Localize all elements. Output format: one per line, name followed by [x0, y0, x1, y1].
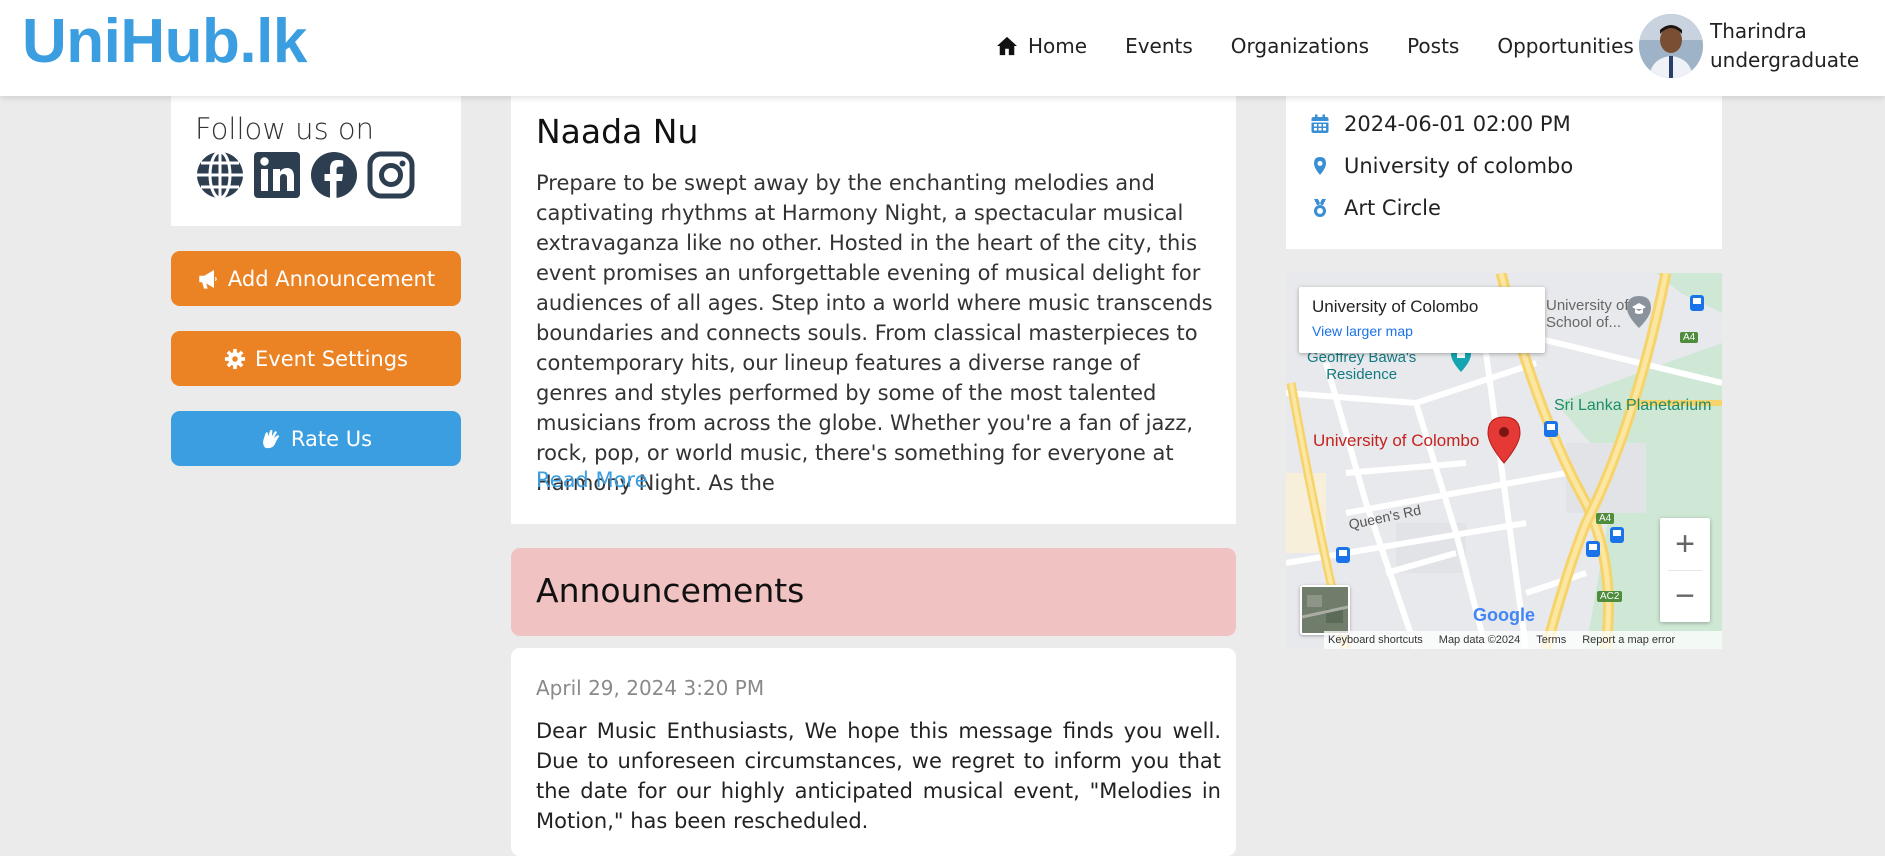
event-settings-label: Event Settings: [255, 346, 408, 371]
map-label-school: University of School of...: [1546, 297, 1629, 331]
google-logo: Google: [1473, 605, 1535, 626]
zoom-in-button[interactable]: +: [1660, 518, 1710, 570]
user-role: undergraduate: [1710, 48, 1860, 72]
map-label-bawa: Geoffrey Bawa's Residence: [1307, 349, 1416, 383]
event-description: Prepare to be swept away by the enchanti…: [536, 171, 1213, 495]
nav-events[interactable]: Events: [1125, 34, 1193, 58]
user-profile[interactable]: Tharindra undergraduate: [1639, 14, 1859, 78]
nav-organizations[interactable]: Organizations: [1231, 34, 1369, 58]
map-label-school-line2: School of...: [1546, 314, 1622, 331]
school-icon: [1626, 295, 1652, 334]
announcements-header: Announcements: [511, 548, 1236, 636]
bus-stop-icon: [1690, 295, 1704, 311]
gear-icon: [224, 348, 246, 369]
nav-opportunities-label: Opportunities: [1497, 34, 1634, 58]
main-nav: Home Events Organizations Posts Opportun…: [996, 34, 1634, 58]
view-larger-map-link[interactable]: View larger map: [1312, 323, 1413, 339]
satellite-toggle[interactable]: [1300, 585, 1350, 635]
google-logo-text: Google: [1473, 605, 1535, 625]
announcement-item: April 29, 2024 3:20 PM Dear Music Enthus…: [511, 648, 1236, 856]
event-organizer-row: Art Circle: [1310, 196, 1441, 220]
nav-home[interactable]: Home: [996, 34, 1087, 58]
map-label-a4-bottom: A4: [1596, 513, 1615, 524]
announcement-date: April 29, 2024 3:20 PM: [536, 676, 765, 700]
map-label-a4-top: A4: [1680, 332, 1699, 343]
map-label-ac2: AC2: [1597, 591, 1623, 602]
facebook-icon[interactable]: [309, 150, 359, 200]
bus-stop-icon: [1544, 421, 1558, 437]
terms-link[interactable]: Terms: [1528, 634, 1574, 646]
location-pin-icon: [1314, 157, 1326, 175]
top-navbar: UniHub.lk Home Events Organizations Post…: [0, 0, 1885, 96]
site-logo[interactable]: UniHub.lk: [22, 6, 307, 77]
event-organizer: Art Circle: [1344, 196, 1441, 220]
event-title: Naada Nu: [536, 112, 699, 151]
bus-stop-icon: [1586, 541, 1600, 557]
nav-home-label: Home: [1028, 34, 1088, 58]
event-location: University of colombo: [1344, 154, 1574, 178]
map-data-label: Map data ©2024: [1438, 634, 1521, 646]
map-zoom-controls: + −: [1660, 518, 1710, 622]
event-settings-button[interactable]: Event Settings: [171, 331, 461, 386]
announcements-title: Announcements: [536, 571, 805, 610]
calendar-icon: [1311, 114, 1329, 133]
event-datetime: 2024-06-01 02:00 PM: [1344, 112, 1571, 136]
event-location-row: University of colombo: [1310, 154, 1573, 178]
add-announcement-label: Add Announcement: [227, 266, 436, 291]
nav-posts[interactable]: Posts: [1407, 34, 1459, 58]
rate-us-label: Rate Us: [290, 426, 373, 451]
map-footer: Keyboard shortcuts Map data ©2024 Terms …: [1320, 631, 1722, 649]
announcement-body: Dear Music Enthusiasts, We hope this mes…: [536, 719, 1221, 833]
add-announcement-button[interactable]: Add Announcement: [171, 251, 461, 306]
event-details-card: Naada Nu Prepare to be swept away by the…: [511, 96, 1236, 524]
google-map[interactable]: Geoffrey Bawa's Residence University of …: [1286, 273, 1722, 649]
user-info: Tharindra undergraduate: [1710, 17, 1859, 75]
rate-us-button[interactable]: Rate Us: [171, 411, 461, 466]
social-links: [195, 150, 423, 200]
nav-posts-label: Posts: [1407, 34, 1460, 58]
nav-organizations-label: Organizations: [1230, 34, 1370, 58]
medal-icon: [1314, 199, 1326, 217]
map-pin-icon[interactable]: [1487, 416, 1521, 469]
globe-icon[interactable]: [195, 150, 245, 200]
bus-stop-icon: [1336, 547, 1350, 563]
map-label-school-line1: University of: [1546, 297, 1629, 314]
map-label-bawa-line2: Residence: [1326, 366, 1398, 383]
keyboard-shortcuts-link[interactable]: Keyboard shortcuts: [1320, 634, 1431, 646]
nav-events-label: Events: [1125, 34, 1193, 58]
follow-card: Follow us on: [171, 96, 461, 226]
follow-title: Follow us on: [195, 112, 375, 146]
user-name: Tharindra: [1710, 19, 1807, 43]
map-label-university: University of Colombo: [1313, 431, 1480, 450]
nav-opportunities[interactable]: Opportunities: [1497, 34, 1633, 58]
zoom-out-button[interactable]: −: [1660, 570, 1710, 622]
event-info-card: 2024-06-01 02:00 PM University of colomb…: [1286, 96, 1722, 249]
home-icon: [997, 36, 1017, 56]
map-place-title: University of Colombo: [1312, 297, 1479, 316]
bus-stop-icon: [1610, 527, 1624, 543]
instagram-icon[interactable]: [366, 150, 416, 200]
read-more-link[interactable]: Read More: [536, 468, 648, 492]
map-place-card: University of Colombo View larger map: [1299, 287, 1545, 353]
event-datetime-row: 2024-06-01 02:00 PM: [1310, 112, 1571, 136]
linkedin-icon[interactable]: [252, 150, 302, 200]
avatar[interactable]: [1639, 14, 1703, 78]
report-map-error-link[interactable]: Report a map error: [1574, 634, 1683, 646]
megaphone-icon: [199, 269, 217, 289]
clapping-hands-icon: [262, 429, 280, 448]
map-label-planetarium: Sri Lanka Planetarium: [1554, 397, 1712, 414]
